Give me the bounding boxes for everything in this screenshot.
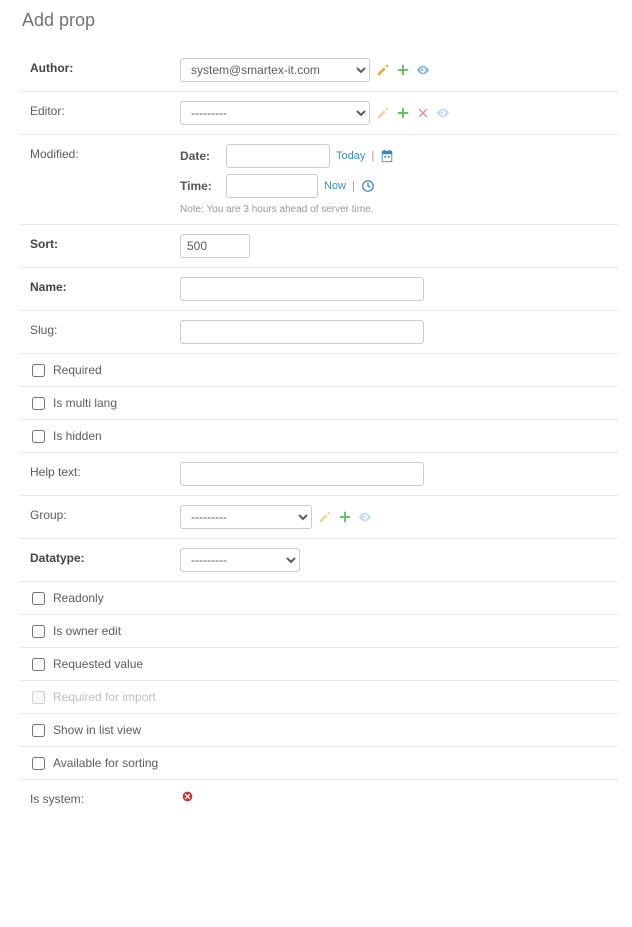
- label-author: Author:: [30, 58, 180, 75]
- row-required-for-import: Required for import: [20, 681, 618, 714]
- clock-icon[interactable]: [361, 179, 375, 193]
- label-available-for-sorting: Available for sorting: [53, 756, 158, 770]
- required-checkbox[interactable]: [32, 364, 45, 377]
- readonly-checkbox[interactable]: [32, 592, 45, 605]
- required-for-import-checkbox: [32, 691, 45, 704]
- row-datatype: Datatype: ---------: [20, 539, 618, 582]
- eye-icon[interactable]: [358, 510, 372, 524]
- label-is-multi-lang: Is multi lang: [53, 396, 117, 410]
- row-name: Name:: [20, 268, 618, 311]
- sort-input[interactable]: [180, 234, 250, 258]
- eye-icon[interactable]: [436, 106, 450, 120]
- row-available-for-sorting: Available for sorting: [20, 747, 618, 780]
- page-title: Add prop: [22, 10, 618, 31]
- pencil-icon[interactable]: [376, 63, 390, 77]
- pencil-icon[interactable]: [376, 106, 390, 120]
- row-slug: Slug:: [20, 311, 618, 354]
- label-help-text: Help text:: [30, 462, 180, 479]
- row-is-owner-edit: Is owner edit: [20, 615, 618, 648]
- now-link[interactable]: Now: [324, 180, 346, 192]
- date-input[interactable]: [226, 144, 330, 168]
- row-help-text: Help text:: [20, 453, 618, 496]
- label-slug: Slug:: [30, 320, 180, 337]
- row-show-in-list-view: Show in list view: [20, 714, 618, 747]
- row-requested-value: Requested value: [20, 648, 618, 681]
- pencil-icon[interactable]: [318, 510, 332, 524]
- name-input[interactable]: [180, 277, 424, 301]
- row-is-system: Is system:: [20, 780, 618, 815]
- row-editor: Editor: ---------: [20, 92, 618, 135]
- editor-select[interactable]: ---------: [180, 101, 370, 125]
- label-requested-value: Requested value: [53, 657, 143, 671]
- show-in-list-view-checkbox[interactable]: [32, 724, 45, 737]
- is-multi-lang-checkbox[interactable]: [32, 397, 45, 410]
- row-is-hidden: Is hidden: [20, 420, 618, 453]
- label-readonly: Readonly: [53, 591, 104, 605]
- requested-value-checkbox[interactable]: [32, 658, 45, 671]
- row-is-multi-lang: Is multi lang: [20, 387, 618, 420]
- slug-input[interactable]: [180, 320, 424, 344]
- plus-icon[interactable]: [396, 106, 410, 120]
- row-group: Group: ---------: [20, 496, 618, 539]
- author-select[interactable]: system@smartex-it.com: [180, 58, 370, 82]
- red-cross-icon: [180, 789, 194, 803]
- group-select[interactable]: ---------: [180, 505, 312, 529]
- label-name: Name:: [30, 277, 180, 294]
- label-group: Group:: [30, 505, 180, 522]
- eye-icon[interactable]: [416, 63, 430, 77]
- label-sort: Sort:: [30, 234, 180, 251]
- label-datatype: Datatype:: [30, 548, 180, 565]
- row-required: Required: [20, 354, 618, 387]
- label-date: Date:: [180, 149, 220, 163]
- today-link[interactable]: Today: [336, 150, 365, 162]
- add-prop-form: Author: system@smartex-it.com Editor: --…: [20, 49, 618, 815]
- label-required: Required: [53, 363, 102, 377]
- plus-icon[interactable]: [396, 63, 410, 77]
- label-required-for-import: Required for import: [53, 690, 156, 704]
- separator: |: [371, 150, 374, 162]
- available-for-sorting-checkbox[interactable]: [32, 757, 45, 770]
- x-icon[interactable]: [416, 106, 430, 120]
- label-editor: Editor:: [30, 101, 180, 118]
- is-owner-edit-checkbox[interactable]: [32, 625, 45, 638]
- row-readonly: Readonly: [20, 582, 618, 615]
- label-is-hidden: Is hidden: [53, 429, 102, 443]
- row-sort: Sort:: [20, 225, 618, 268]
- row-author: Author: system@smartex-it.com: [20, 49, 618, 92]
- timezone-note: Note: You are 3 hours ahead of server ti…: [180, 204, 618, 215]
- label-modified: Modified:: [30, 144, 180, 161]
- calendar-icon[interactable]: [380, 149, 394, 163]
- separator: |: [352, 180, 355, 192]
- label-show-in-list-view: Show in list view: [53, 723, 141, 737]
- datatype-select[interactable]: ---------: [180, 548, 300, 572]
- label-time: Time:: [180, 179, 220, 193]
- row-modified: Modified: Date: Today | Time: Now | Note…: [20, 135, 618, 225]
- plus-icon[interactable]: [338, 510, 352, 524]
- label-is-system: Is system:: [30, 789, 180, 806]
- label-is-owner-edit: Is owner edit: [53, 624, 121, 638]
- help-text-input[interactable]: [180, 462, 424, 486]
- time-input[interactable]: [226, 174, 318, 198]
- is-hidden-checkbox[interactable]: [32, 430, 45, 443]
